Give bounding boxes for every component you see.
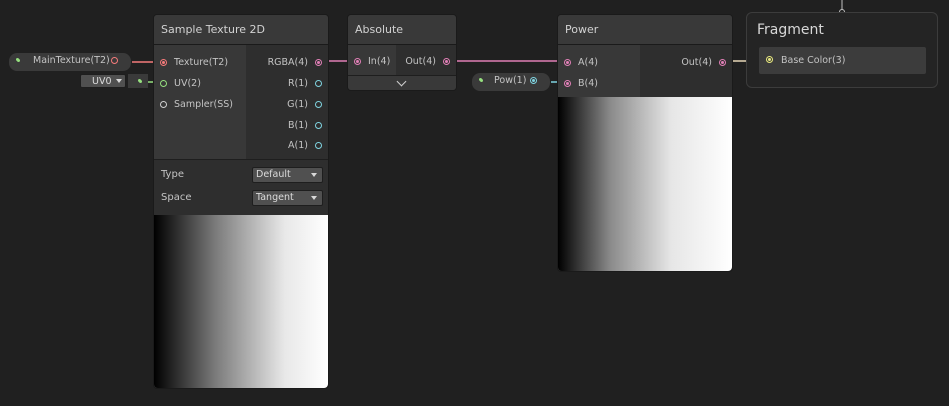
absolute-in-label: In(4) [368, 56, 391, 67]
absolute-expand-bar[interactable] [348, 75, 456, 90]
texture-port-dot[interactable] [160, 59, 167, 66]
b-port-dot[interactable] [315, 122, 322, 129]
space-dropdown-value: Tangent [256, 192, 294, 203]
absolute-in-dot[interactable] [354, 58, 361, 65]
absolute-out-dot[interactable] [443, 58, 450, 65]
absolute-title-bar[interactable]: Absolute [348, 15, 456, 45]
pow-out-port[interactable] [530, 77, 537, 84]
sample-texture-title: Sample Texture 2D [161, 23, 265, 36]
sample-texture-title-bar[interactable]: Sample Texture 2D [154, 15, 328, 45]
rgba-output-label: RGBA(4) [267, 57, 308, 68]
power-out-port[interactable]: Out(4) [666, 56, 726, 70]
uv-dropdown-value: UV0 [92, 76, 112, 87]
property-exposed-dot [479, 78, 483, 82]
power-out-label: Out(4) [681, 57, 712, 68]
g-output-port[interactable]: G(1) [252, 98, 322, 112]
sampler-port-dot[interactable] [160, 101, 167, 108]
g-port-dot[interactable] [315, 101, 322, 108]
property-exposed-dot [16, 58, 20, 62]
power-a-dot[interactable] [564, 59, 571, 66]
power-b-dot[interactable] [564, 80, 571, 87]
power-out-dot[interactable] [719, 59, 726, 66]
uv-port-dot[interactable] [160, 80, 167, 87]
a-output-label: A(1) [288, 140, 308, 151]
power-node[interactable]: Power A(4) B(4) Out(4) [557, 14, 733, 272]
type-dropdown-value: Default [256, 169, 291, 180]
sample-texture-divider [154, 159, 328, 160]
a-port-dot[interactable] [315, 142, 322, 149]
space-dropdown[interactable]: Tangent [252, 190, 323, 206]
main-texture-property[interactable]: MainTexture(T2) [8, 52, 132, 72]
fragment-context[interactable]: Fragment Base Color(3) [746, 12, 938, 88]
absolute-node[interactable]: Absolute In(4) Out(4) [347, 14, 457, 91]
uv-input-label: UV(2) [174, 78, 201, 89]
fragment-base-color-block[interactable]: Base Color(3) [759, 47, 926, 74]
r-output-label: R(1) [287, 78, 308, 89]
texture-input-label: Texture(T2) [174, 57, 229, 68]
type-label: Type [161, 169, 184, 180]
fragment-title: Fragment [757, 22, 824, 38]
b-output-label: B(1) [288, 120, 308, 131]
g-output-label: G(1) [287, 99, 308, 110]
chevron-down-icon [396, 76, 407, 87]
sample-texture-preview [154, 215, 328, 388]
power-inputs [558, 45, 640, 97]
a-output-port[interactable]: A(1) [252, 139, 322, 153]
power-title-bar[interactable]: Power [558, 15, 732, 45]
rgba-output-port[interactable]: RGBA(4) [252, 56, 322, 70]
chevron-down-icon [116, 79, 122, 83]
power-title: Power [565, 23, 599, 36]
power-a-label: A(4) [578, 57, 598, 68]
absolute-out-port[interactable]: Out(4) [400, 55, 450, 69]
space-label: Space [161, 192, 192, 203]
pow-property[interactable]: Pow(1) [471, 72, 551, 92]
r-port-dot[interactable] [315, 80, 322, 87]
rgba-port-dot[interactable] [315, 59, 322, 66]
b-output-port[interactable]: B(1) [252, 119, 322, 133]
absolute-title: Absolute [355, 23, 404, 36]
uv-dropdown-out-port[interactable] [138, 79, 142, 83]
power-preview [558, 97, 732, 271]
main-texture-label: MainTexture(T2) [33, 55, 110, 66]
absolute-out-label: Out(4) [405, 56, 436, 67]
power-b-label: B(4) [578, 78, 598, 89]
sample-texture-2d-node[interactable]: Sample Texture 2D Texture(T2) UV(2) Samp… [153, 14, 329, 389]
chevron-down-icon [311, 196, 317, 200]
r-output-port[interactable]: R(1) [252, 77, 322, 91]
chevron-down-icon [311, 173, 317, 177]
base-color-label: Base Color(3) [781, 55, 846, 66]
pow-label: Pow(1) [494, 75, 527, 86]
main-texture-out-port[interactable] [111, 57, 118, 64]
uv-dropdown[interactable]: UV0 [80, 74, 126, 88]
base-color-port-dot[interactable] [766, 56, 773, 63]
type-dropdown[interactable]: Default [252, 167, 323, 183]
sampler-input-label: Sampler(SS) [174, 99, 233, 110]
